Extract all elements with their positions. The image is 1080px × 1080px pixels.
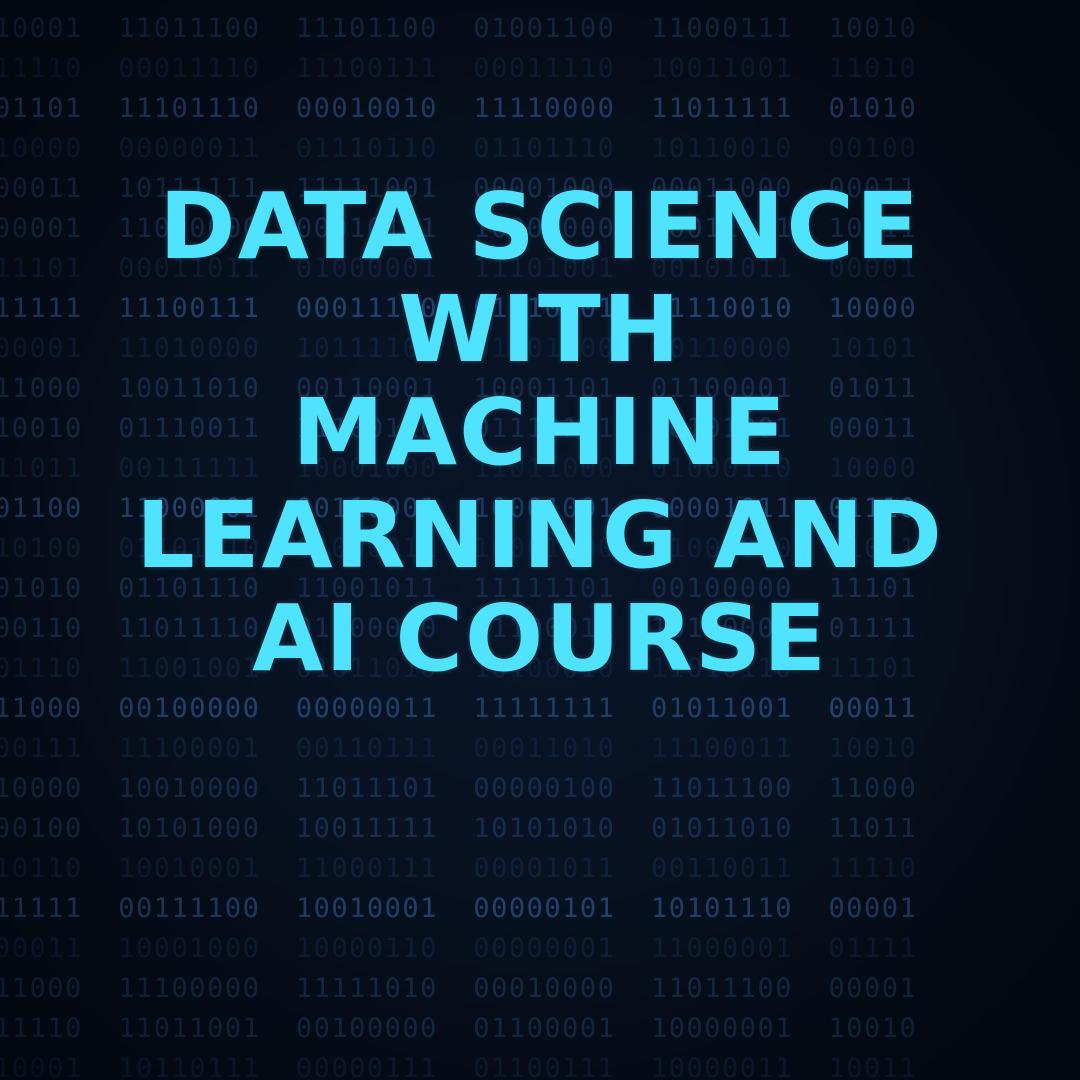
title-line-5: AI COURSE — [252, 585, 828, 692]
title-line-2: WITH — [398, 276, 682, 383]
course-poster: 10001 11011100 11101100 01001100 1100011… — [0, 0, 1080, 1080]
title-line-1: DATA SCIENCE — [159, 173, 921, 280]
title-line-4: LEARNING AND — [136, 482, 944, 589]
course-title: DATA SCIENCE WITH MACHINE LEARNING AND A… — [0, 175, 1080, 690]
title-line-3: MACHINE — [292, 379, 788, 486]
